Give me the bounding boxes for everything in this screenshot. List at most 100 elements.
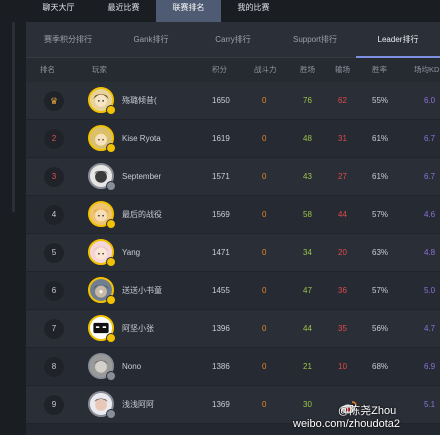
score-value: 1369	[212, 400, 230, 409]
player-name[interactable]: 送送小书童	[122, 272, 162, 310]
rank-badge: 4	[44, 205, 64, 225]
rank-badge: 2	[44, 129, 64, 149]
subtab-support[interactable]: Support排行	[274, 22, 356, 58]
power-value: 0	[262, 248, 267, 257]
power-value: 0	[262, 172, 267, 181]
kda-value: 6.7	[424, 134, 436, 143]
tab-chat-lobby[interactable]: 聊天大厅	[26, 0, 91, 22]
losses-value: 44	[338, 210, 347, 219]
score-value: 1386	[212, 362, 230, 371]
header-rank[interactable]: 排名	[40, 58, 55, 82]
watermark-handle: @陈尧Zhou	[338, 405, 397, 417]
sidebar-scrollbar[interactable]	[12, 22, 15, 212]
winrate-value: 57%	[372, 286, 389, 295]
table-row[interactable]: 6 送送小书童 1455 0 47 36 57% 5.0	[26, 272, 440, 310]
wins-value: 47	[303, 286, 312, 295]
power-value: 0	[262, 324, 267, 333]
level-badge-icon	[106, 257, 116, 267]
kda-value: 6.0	[424, 96, 436, 105]
score-value: 1619	[212, 134, 230, 143]
header-power[interactable]: 战斗力	[254, 58, 277, 82]
player-name[interactable]: 最后的战役	[122, 196, 162, 234]
level-badge-icon	[106, 295, 116, 305]
rank-badge: 7	[44, 319, 64, 339]
kda-value: 4.7	[424, 324, 436, 333]
table-row[interactable]: 3 September 1571 0 43 27 61% 6.7	[26, 158, 440, 196]
left-sidebar	[0, 0, 26, 435]
league-ranking-window: 聊天大厅 最近比赛 联赛排名 我的比赛 赛季积分排行 Gank排行 Carry排…	[0, 0, 440, 435]
table-row[interactable]: 5 Yang 1471 0 34 20 63% 4.8	[26, 234, 440, 272]
player-name[interactable]: 阿坚小张	[122, 310, 154, 348]
winrate-value: 57%	[372, 210, 389, 219]
losses-value: 10	[338, 362, 347, 371]
level-badge-icon	[106, 143, 116, 153]
score-value: 1455	[212, 286, 230, 295]
winrate-value: 56%	[372, 324, 389, 333]
player-name[interactable]: Nono	[122, 348, 141, 386]
player-name[interactable]: 浅浅阿阿	[122, 386, 154, 424]
losses-value: 31	[338, 134, 347, 143]
player-name[interactable]: September	[122, 158, 161, 196]
winrate-value: 61%	[372, 172, 389, 181]
level-badge-icon	[106, 219, 116, 229]
winrate-value: 68%	[372, 362, 389, 371]
header-wins[interactable]: 胜场	[300, 58, 315, 82]
table-row[interactable]: ♛ 殇璐倾昔( 1650 0 76 62 55% 6.0	[26, 82, 440, 120]
player-name[interactable]: Yang	[122, 234, 140, 272]
level-badge-icon	[106, 409, 116, 419]
top-navigation: 聊天大厅 最近比赛 联赛排名 我的比赛	[26, 0, 440, 22]
tab-recent-matches[interactable]: 最近比赛	[91, 0, 156, 22]
tab-my-matches[interactable]: 我的比赛	[221, 0, 286, 22]
winrate-value: 63%	[372, 248, 389, 257]
header-score[interactable]: 积分	[212, 58, 227, 82]
table-row[interactable]: 7 阿坚小张 1396 0 44 35 56% 4.7	[26, 310, 440, 348]
table-row[interactable]: 4 最后的战役 1569 0 58 44 57% 4.6	[26, 196, 440, 234]
player-name[interactable]: Kise Ryota	[122, 120, 161, 158]
wins-value: 34	[303, 248, 312, 257]
power-value: 0	[262, 96, 267, 105]
kda-value: 5.1	[424, 400, 436, 409]
header-winrate[interactable]: 胜率	[372, 58, 387, 82]
wins-value: 48	[303, 134, 312, 143]
power-value: 0	[262, 286, 267, 295]
winrate-value: 55%	[372, 96, 389, 105]
kda-value: 6.9	[424, 362, 436, 371]
losses-value: 62	[338, 96, 347, 105]
winrate-value: 61%	[372, 134, 389, 143]
table-row[interactable]: 2 Kise Ryota 1619 0 48 31 61% 6.7	[26, 120, 440, 158]
rank-badge: 3	[44, 167, 64, 187]
wins-value: 44	[303, 324, 312, 333]
score-value: 1569	[212, 210, 230, 219]
kda-value: 4.8	[424, 248, 436, 257]
power-value: 0	[262, 210, 267, 219]
wins-value: 76	[303, 96, 312, 105]
subtab-gank[interactable]: Gank排行	[110, 22, 192, 58]
player-name[interactable]: 殇璐倾昔(	[122, 82, 157, 120]
level-badge-icon	[106, 371, 116, 381]
wins-value: 58	[303, 210, 312, 219]
subtab-season-points[interactable]: 赛季积分排行	[26, 22, 110, 58]
score-value: 1571	[212, 172, 230, 181]
table-header: 排名 玩家 积分 战斗力 胜场 输场 胜率 场均KD	[26, 58, 440, 82]
subtab-leader[interactable]: Leader排行	[356, 22, 440, 58]
header-player[interactable]: 玩家	[92, 58, 107, 82]
wins-value: 43	[303, 172, 312, 181]
wins-value: 21	[303, 362, 312, 371]
header-kda[interactable]: 场均KD	[414, 58, 439, 82]
subtab-carry[interactable]: Carry排行	[192, 22, 274, 58]
losses-value: 35	[338, 324, 347, 333]
ranking-category-tabs: 赛季积分排行 Gank排行 Carry排行 Support排行 Leader排行	[26, 22, 440, 58]
kda-value: 4.6	[424, 210, 436, 219]
power-value: 0	[262, 400, 267, 409]
tab-league-ranking[interactable]: 联赛排名	[156, 0, 221, 22]
losses-value: 20	[338, 248, 347, 257]
losses-value: 27	[338, 172, 347, 181]
watermark-url: weibo.com/zhoudota2	[293, 418, 401, 430]
level-badge-icon	[106, 181, 116, 191]
rank-badge: 6	[44, 281, 64, 301]
table-row[interactable]: 8 Nono 1386 0 21 10 68% 6.9	[26, 348, 440, 386]
crown-icon: ♛	[44, 91, 64, 111]
score-value: 1396	[212, 324, 230, 333]
rank-badge: 9	[44, 395, 64, 415]
header-losses[interactable]: 输场	[335, 58, 350, 82]
